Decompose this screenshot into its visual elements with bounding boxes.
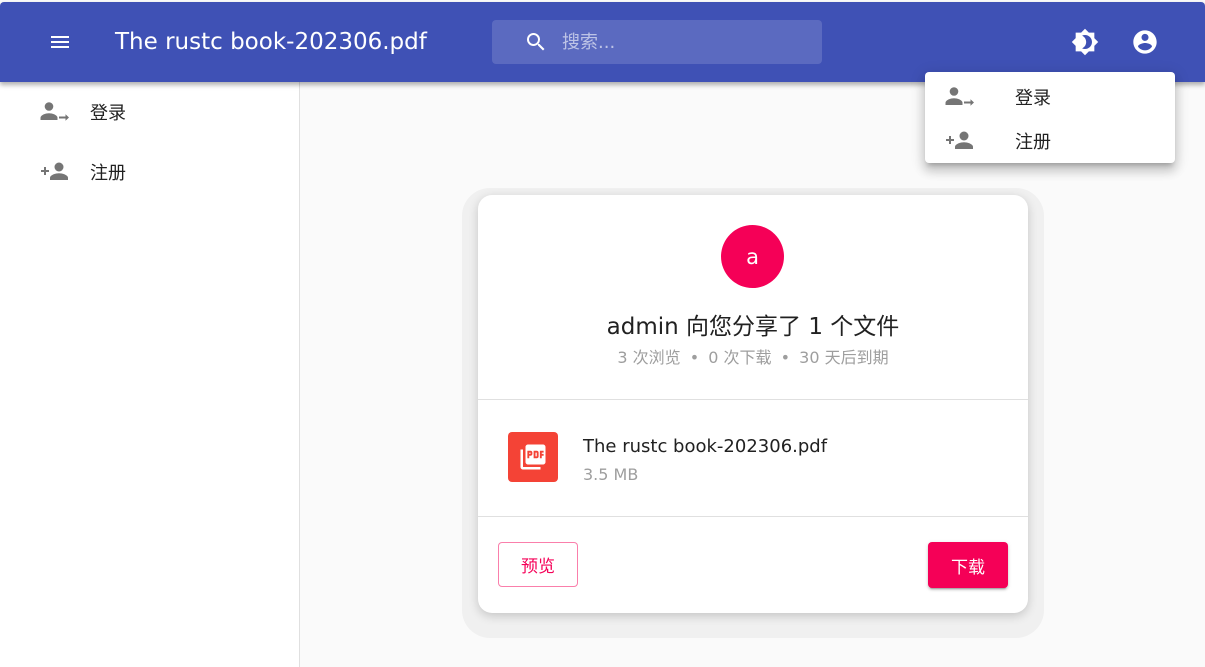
- download-count: 0 次下载: [708, 348, 772, 367]
- file-size: 3.5 MB: [583, 465, 639, 484]
- view-count: 3 次浏览: [617, 348, 681, 367]
- file-name: The rustc book-202306.pdf: [583, 436, 828, 457]
- app-bar: The rustc book-202306.pdf: [0, 2, 1205, 82]
- menu-item-label: 登录: [1015, 88, 1051, 109]
- search-icon: [524, 30, 548, 54]
- download-button[interactable]: 下载: [928, 542, 1008, 588]
- account-button[interactable]: [1121, 18, 1169, 66]
- brightness-icon: [1071, 28, 1099, 56]
- menu-button[interactable]: [36, 18, 84, 66]
- account-menu: 登录 注册: [925, 72, 1175, 163]
- search-input[interactable]: [560, 27, 800, 57]
- meta-separator: •: [689, 348, 700, 367]
- share-title: admin 向您分享了 1 个文件: [606, 314, 900, 340]
- search-box[interactable]: [492, 20, 822, 64]
- meta-separator: •: [780, 348, 791, 367]
- person-add-icon: [945, 129, 975, 153]
- sidebar-item-login[interactable]: 登录: [0, 84, 299, 140]
- sidebar-item-register[interactable]: 注册: [0, 144, 299, 200]
- theme-toggle-button[interactable]: [1061, 18, 1109, 66]
- menu-item-register[interactable]: 注册: [925, 119, 1175, 163]
- share-meta: 3 次浏览 • 0 次下载 • 30 天后到期: [478, 344, 1028, 368]
- menu-item-label: 注册: [1015, 132, 1051, 153]
- expire-info: 30 天后到期: [799, 348, 889, 367]
- share-card: a admin 向您分享了 1 个文件 3 次浏览 • 0 次下载 • 30 天…: [478, 195, 1028, 613]
- preview-button[interactable]: 预览: [498, 542, 578, 587]
- pdf-file-icon: [508, 432, 558, 482]
- login-person-icon: [40, 100, 70, 124]
- sidebar-item-label: 登录: [90, 103, 126, 124]
- divider: [478, 516, 1028, 517]
- account-circle-icon: [1131, 28, 1159, 56]
- sidebar: 登录 注册: [0, 82, 300, 667]
- file-list-item[interactable]: The rustc book-202306.pdf 3.5 MB: [478, 400, 1028, 516]
- avatar: a: [721, 225, 784, 288]
- page-title: The rustc book-202306.pdf: [115, 29, 427, 55]
- login-person-icon: [945, 85, 975, 109]
- sidebar-item-label: 注册: [90, 163, 126, 184]
- menu-icon: [48, 30, 72, 54]
- person-add-icon: [40, 160, 70, 184]
- menu-item-login[interactable]: 登录: [925, 75, 1175, 119]
